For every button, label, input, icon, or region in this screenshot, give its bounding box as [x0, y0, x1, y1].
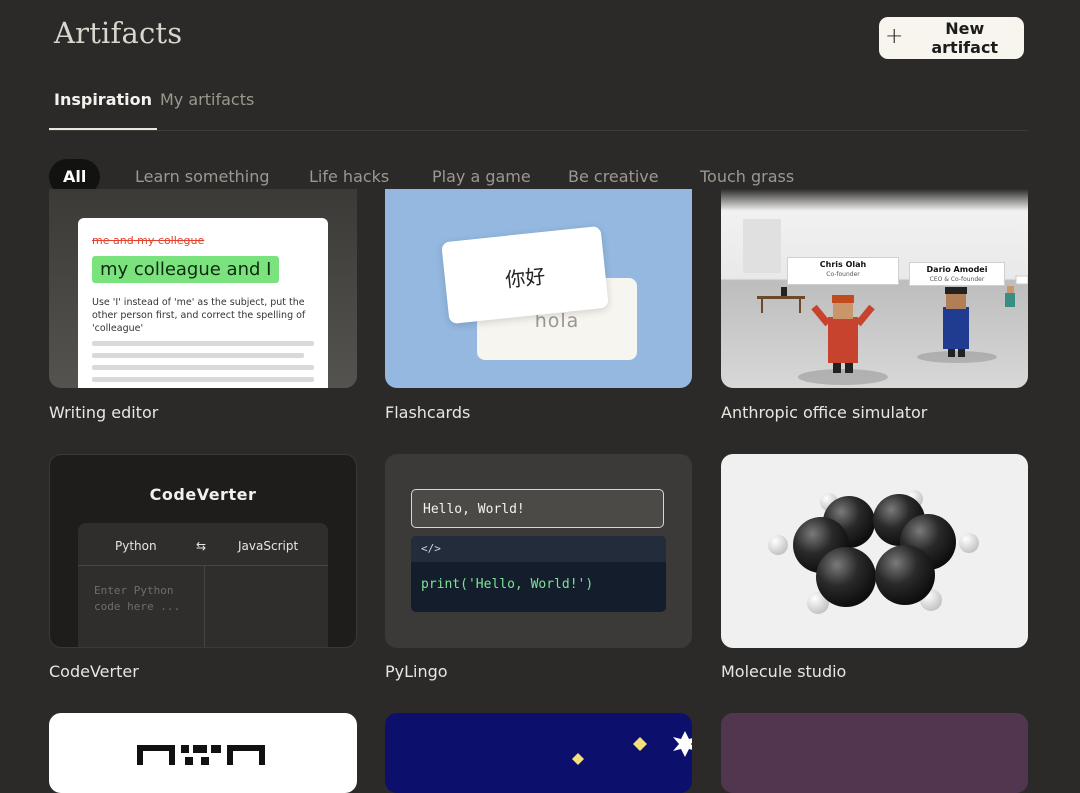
- tab-bar: Inspiration My artifacts: [49, 86, 1028, 131]
- card-qr-code-preview[interactable]: [49, 713, 357, 793]
- card-pylingo-preview[interactable]: Hello, World! </> print('Hello, World!'): [385, 454, 692, 648]
- flashcard-front: 你好: [441, 225, 609, 325]
- code-placeholder: Enter Python code here ...: [94, 584, 181, 613]
- code-line: print('Hello, World!'): [421, 577, 594, 592]
- target-language: JavaScript: [238, 539, 299, 553]
- plus-icon: +: [885, 24, 904, 49]
- source-language: Python: [115, 539, 157, 553]
- card-title-molecule-studio[interactable]: Molecule studio: [721, 662, 846, 681]
- placeholder-line: [92, 353, 304, 358]
- card-title-codeverter[interactable]: CodeVerter: [49, 662, 139, 681]
- strikethrough-text: me and my collegue: [92, 234, 205, 247]
- new-artifact-label: New artifact: [931, 19, 999, 57]
- card-codeverter-preview[interactable]: CodeVerter Python ⇆ JavaScript Enter Pyt…: [49, 454, 357, 648]
- stars-graphic: [572, 731, 692, 765]
- card-stars-preview[interactable]: [385, 713, 692, 793]
- card-writing-editor-preview[interactable]: me and my collegue my colleague and I Us…: [49, 189, 357, 388]
- tab-inspiration[interactable]: Inspiration: [49, 90, 158, 130]
- card-title-flashcards[interactable]: Flashcards: [385, 403, 470, 422]
- tab-my-artifacts[interactable]: My artifacts: [155, 90, 259, 109]
- page-title: Artifacts: [54, 16, 183, 50]
- placeholder-line: [92, 365, 314, 370]
- molecule-model: [768, 490, 979, 614]
- panel-vertical-divider: [204, 566, 205, 647]
- placeholder-line: [92, 377, 314, 382]
- card-title-office-simulator[interactable]: Anthropic office simulator: [721, 403, 927, 422]
- qr-code-graphic: [137, 745, 265, 771]
- suggestion-highlight: my colleague and I: [92, 256, 280, 283]
- card-flashcards-preview[interactable]: hola 你好: [385, 189, 692, 388]
- card-office-simulator-preview[interactable]: Chris Olah Co-founder Dario Amodei CEO &…: [721, 189, 1028, 388]
- phrase-input: Hello, World!: [411, 489, 664, 528]
- swap-icon: ⇆: [196, 539, 207, 553]
- office-scene-drawing: [757, 275, 1028, 385]
- card-molecule-studio-preview[interactable]: [721, 454, 1028, 648]
- correction-note: Use 'I' instead of 'me' as the subject, …: [92, 297, 306, 334]
- new-artifact-button[interactable]: + New artifact: [879, 17, 1024, 59]
- document-paper: me and my collegue my colleague and I Us…: [78, 218, 328, 388]
- card-title-writing-editor[interactable]: Writing editor: [49, 403, 158, 422]
- card-purple-preview[interactable]: [721, 713, 1028, 793]
- code-icon: </>: [411, 536, 666, 562]
- converter-panel: Python ⇆ JavaScript Enter Python code he…: [78, 523, 328, 647]
- code-block: </> print('Hello, World!'): [411, 536, 666, 612]
- card-title-pylingo[interactable]: PyLingo: [385, 662, 448, 681]
- codeverter-heading: CodeVerter: [149, 485, 257, 504]
- placeholder-line: [92, 341, 314, 346]
- panel-divider: [78, 565, 328, 566]
